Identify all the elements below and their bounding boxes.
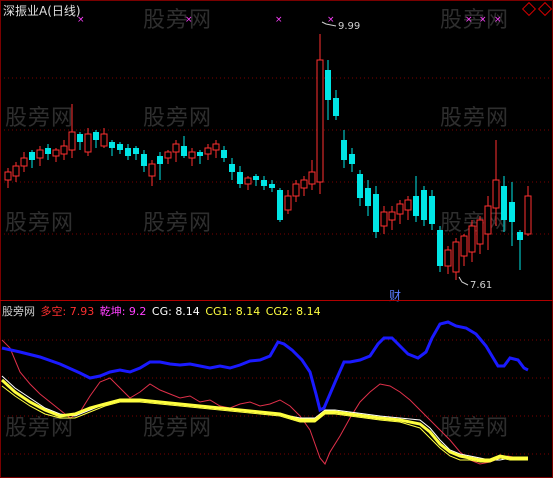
candle-body bbox=[125, 148, 131, 156]
panel-divider bbox=[0, 300, 553, 301]
candle-body bbox=[181, 146, 187, 156]
signal-markers: × × × × × × × bbox=[77, 15, 502, 25]
legend-qiankun: 乾坤: 9.2 bbox=[99, 305, 147, 318]
candle-body bbox=[197, 152, 203, 156]
candle-body bbox=[325, 70, 331, 100]
legend-duokong: 多空: 7.93 bbox=[40, 305, 95, 318]
candle-body bbox=[437, 230, 443, 266]
legend-prefix: 股旁网 bbox=[2, 305, 35, 318]
candle-body bbox=[413, 196, 419, 216]
candle-body bbox=[460, 235, 468, 257]
chart-canvas[interactable]: × × × × × × × bbox=[0, 0, 553, 478]
candle-body bbox=[292, 183, 300, 197]
candle-body bbox=[501, 186, 507, 220]
candle-body bbox=[284, 195, 292, 211]
signal-marker-icon: × bbox=[77, 15, 85, 25]
candle-body bbox=[204, 147, 212, 155]
candle-body bbox=[492, 179, 500, 209]
candle-body bbox=[261, 180, 267, 186]
candle-body bbox=[277, 190, 283, 220]
candle-body bbox=[388, 211, 396, 221]
candle-body bbox=[429, 196, 435, 224]
candle-body bbox=[308, 171, 316, 185]
candle-body bbox=[300, 179, 308, 189]
high-price-label: 9.99 bbox=[338, 21, 361, 32]
candle-body bbox=[421, 190, 427, 220]
candle-body bbox=[84, 133, 92, 153]
candlesticks bbox=[4, 34, 532, 280]
candle-body bbox=[404, 199, 412, 211]
signal-marker-icon: × bbox=[327, 15, 335, 25]
low-price-label: 7.61 bbox=[470, 280, 493, 291]
candle-body bbox=[484, 205, 492, 235]
candle-body bbox=[396, 203, 404, 215]
candle-body bbox=[333, 98, 339, 116]
white-line bbox=[1, 375, 528, 461]
candle-body bbox=[12, 165, 20, 177]
candle-body bbox=[269, 184, 275, 188]
signal-marker-icon: × bbox=[275, 15, 283, 25]
candle-body bbox=[141, 154, 147, 166]
candle-body bbox=[93, 132, 99, 140]
candle-body bbox=[253, 176, 259, 180]
candle-body bbox=[77, 134, 83, 142]
candle-body bbox=[468, 225, 476, 253]
candle-body bbox=[29, 152, 35, 160]
candle-body bbox=[373, 194, 379, 232]
signal-marker-icon: × bbox=[479, 15, 487, 25]
candle-body bbox=[509, 202, 515, 222]
yellow-line bbox=[0, 378, 528, 462]
candle-body bbox=[476, 219, 484, 245]
candle-body bbox=[148, 163, 156, 177]
candle-body bbox=[60, 145, 68, 155]
candle-body bbox=[365, 188, 371, 206]
candle-body bbox=[357, 174, 363, 198]
candle-body bbox=[524, 195, 532, 235]
candle-body bbox=[237, 172, 243, 184]
signal-marker-icon: × bbox=[465, 15, 473, 25]
candle-body bbox=[36, 149, 44, 159]
candle-body bbox=[380, 211, 388, 227]
candle-body bbox=[157, 156, 163, 164]
candle-body bbox=[100, 133, 108, 147]
legend-cg2: CG2: 8.14 bbox=[265, 305, 321, 318]
legend-cg1: CG1: 8.14 bbox=[205, 305, 261, 318]
candle-body bbox=[109, 142, 115, 148]
candle-body bbox=[444, 249, 452, 267]
candle-body bbox=[221, 150, 227, 158]
candle-body bbox=[517, 232, 523, 240]
signal-marker-icon: × bbox=[185, 15, 193, 25]
legend-cg: CG: 8.14 bbox=[151, 305, 200, 318]
candle-body bbox=[133, 148, 139, 154]
candle-body bbox=[164, 151, 172, 159]
candle-body bbox=[244, 177, 252, 185]
candle-body bbox=[117, 144, 123, 150]
candle-body bbox=[212, 143, 220, 151]
candle-body bbox=[45, 148, 51, 154]
candle-body bbox=[20, 157, 28, 167]
candle-body bbox=[52, 149, 60, 157]
candle-body bbox=[4, 171, 12, 181]
candle-body bbox=[172, 143, 180, 153]
candle-body bbox=[188, 151, 196, 159]
candle-body bbox=[341, 140, 347, 160]
candle-body bbox=[349, 154, 355, 164]
candle-body bbox=[68, 131, 76, 151]
candle-body bbox=[452, 241, 460, 273]
candle-body bbox=[229, 164, 235, 172]
signal-marker-icon: × bbox=[494, 15, 502, 25]
indicator-legend: 股旁网 多空: 7.93 乾坤: 9.2 CG: 8.14 CG1: 8.14 … bbox=[2, 303, 323, 319]
candle-body bbox=[316, 59, 324, 183]
finance-marker[interactable]: 财 bbox=[389, 287, 401, 304]
blue-line bbox=[1, 320, 529, 413]
